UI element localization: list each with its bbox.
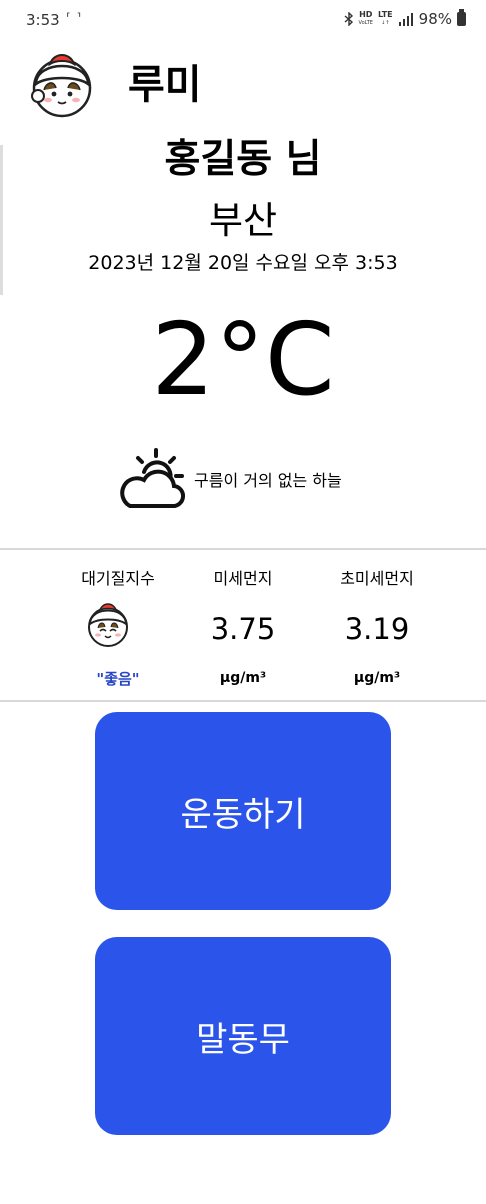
exercise-button[interactable]: 운동하기: [95, 712, 391, 910]
pm10-label: 미세먼지: [213, 569, 273, 588]
screenshot-indicator-icon: ⸢ ⸣: [66, 11, 83, 25]
battery-percent: 98%: [418, 10, 452, 28]
city-name: 부산: [208, 199, 278, 242]
app-name: 루미: [128, 62, 202, 108]
weather-summary: 구름이 거의 없는 하늘: [116, 444, 342, 514]
user-name: 홍길동 님: [164, 137, 322, 182]
lte-icon: LTE ↓↑: [377, 10, 393, 27]
battery-icon: [457, 9, 466, 26]
current-datetime: 2023년 12월 20일 수요일 오후 3:53: [88, 252, 398, 274]
pm25-value: 3.19: [344, 612, 410, 646]
pm25-unit: μg/m³: [353, 670, 401, 686]
signal-icon: [398, 13, 413, 26]
bluetooth-icon: [344, 12, 353, 26]
pm25-label: 초미세먼지: [340, 569, 414, 588]
pm10-value: 3.75: [210, 612, 276, 646]
status-bar: 3:53 ⸢ ⸣ HD VoLTE LTE ↓↑ 98%: [0, 0, 486, 40]
pm10-unit: μg/m³: [219, 670, 267, 686]
divider: [0, 548, 486, 550]
divider: [0, 700, 486, 702]
weather-description: 구름이 거의 없는 하늘: [194, 471, 342, 490]
sun-behind-cloud-icon: [120, 448, 185, 509]
temperature: 2°C: [151, 301, 335, 418]
talk-companion-button[interactable]: 말동무: [95, 937, 391, 1135]
aqi-face-icon: [88, 603, 128, 647]
status-indicators: HD VoLTE LTE ↓↑ 98%: [344, 9, 466, 28]
avatar: [31, 54, 92, 118]
status-time: 3:53: [26, 11, 60, 29]
hd-voice-icon: HD VoLTE: [358, 10, 373, 27]
